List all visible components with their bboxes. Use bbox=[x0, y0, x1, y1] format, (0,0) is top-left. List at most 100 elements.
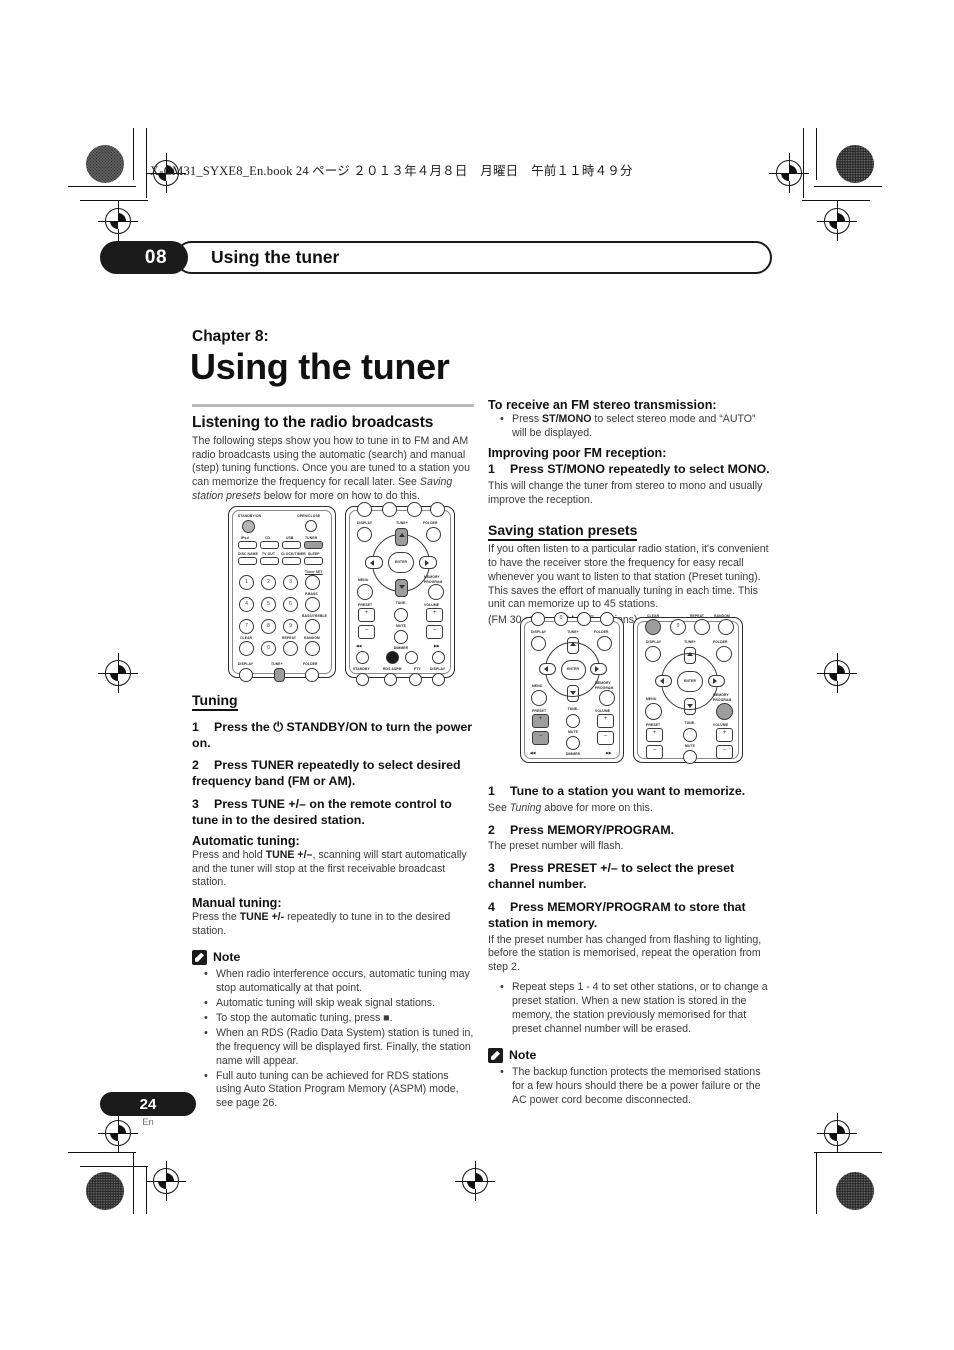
button-dimmer[interactable] bbox=[394, 630, 408, 644]
button-f2r-mute[interactable] bbox=[683, 728, 697, 742]
label-f2-display: DISPLAY bbox=[531, 630, 547, 634]
button-f2-mute[interactable] bbox=[566, 714, 580, 728]
button-f2r-repeat[interactable] bbox=[694, 619, 710, 635]
paragraph-saving-1: See Tuning above for more on this. bbox=[488, 802, 770, 816]
list-item: Automatic tuning will skip weak signal s… bbox=[204, 996, 474, 1011]
button-display[interactable] bbox=[239, 668, 253, 682]
label-memory-program: MEMORY bbox=[424, 575, 440, 579]
button-repeat[interactable] bbox=[283, 641, 298, 656]
button-next[interactable] bbox=[432, 651, 445, 664]
book-header-text: X-CM31_SYXE8_En.book 24 ページ ２０１３年４月８日 月曜… bbox=[150, 164, 633, 178]
button-tune-up[interactable] bbox=[395, 528, 408, 546]
label-f2r-clear: CLEAR bbox=[647, 614, 660, 618]
button-play-pause[interactable] bbox=[405, 651, 418, 664]
button-top-b[interactable] bbox=[407, 502, 422, 517]
auto-text-a: Press and hold bbox=[192, 848, 266, 861]
label-display-r: DISPLAY bbox=[357, 521, 373, 525]
button-f2r-folder[interactable] bbox=[716, 646, 732, 662]
button-tv-out[interactable] bbox=[260, 557, 279, 565]
button-f2r-random[interactable] bbox=[718, 619, 734, 635]
crop-mark-v bbox=[133, 1152, 134, 1214]
button-open-close[interactable] bbox=[305, 520, 317, 532]
label-f2r-tune-minus: TUNE- bbox=[684, 721, 696, 725]
registration-mark-right bbox=[817, 201, 857, 241]
step-improving-1: 1 Press ST/MONO repeatedly to select MONO… bbox=[488, 462, 770, 478]
button-left[interactable] bbox=[365, 556, 383, 569]
button-rds-aspm[interactable] bbox=[384, 673, 397, 686]
heading-fm-stereo: To receive an FM stereo transmission: bbox=[488, 398, 717, 412]
button-usb[interactable] bbox=[282, 541, 301, 549]
button-sleep[interactable] bbox=[304, 557, 323, 565]
paragraph-manual-tuning: Press the TUNE +/- repeatedly to tune in… bbox=[192, 911, 474, 939]
button-folder[interactable] bbox=[305, 668, 319, 682]
button-f2-dimmer[interactable] bbox=[566, 736, 580, 750]
step-number: 2 bbox=[488, 822, 495, 837]
button-f2r-memory-program[interactable] bbox=[716, 703, 733, 720]
halftone-dot-top-right bbox=[836, 145, 874, 183]
button-top-zero[interactable] bbox=[382, 502, 397, 517]
label-tune-plus-r: TUNE+ bbox=[396, 521, 408, 525]
button-random-2[interactable] bbox=[305, 641, 320, 656]
button-menu[interactable] bbox=[357, 584, 373, 600]
button-tuner[interactable] bbox=[304, 541, 323, 549]
button-disc-name[interactable] bbox=[238, 557, 257, 565]
button-cd[interactable] bbox=[260, 541, 279, 549]
crop-mark-v bbox=[803, 128, 804, 198]
button-bass-treble[interactable] bbox=[305, 597, 320, 612]
label-preset: PRESET bbox=[358, 603, 373, 607]
button-ipod[interactable] bbox=[238, 541, 257, 549]
button-f2a[interactable] bbox=[531, 612, 545, 626]
button-f2r-display[interactable] bbox=[645, 646, 661, 662]
label-f2-dimmer: DIMMER bbox=[565, 752, 581, 756]
button-standby-on[interactable] bbox=[242, 520, 255, 533]
button-top-a[interactable] bbox=[357, 502, 372, 517]
button-f2b[interactable] bbox=[577, 612, 591, 626]
button-display-bottom[interactable] bbox=[432, 673, 445, 686]
button-clear[interactable] bbox=[239, 641, 254, 656]
button-f2c[interactable] bbox=[600, 612, 614, 626]
button-f2-display[interactable] bbox=[531, 636, 546, 651]
crop-mark-v bbox=[146, 128, 147, 198]
label-display: DISPLAY bbox=[238, 662, 254, 666]
label-f2r-volume: VOLUME bbox=[713, 723, 729, 727]
label-disc-name: DISC NAME bbox=[238, 552, 258, 556]
label-mute: MUTE bbox=[395, 624, 407, 628]
button-f2r-dimmer[interactable] bbox=[683, 750, 697, 764]
button-tune-up-partial[interactable] bbox=[274, 668, 285, 682]
button-f2r-menu[interactable] bbox=[645, 703, 662, 720]
label-dimmer: DIMMER bbox=[393, 646, 409, 650]
button-display-r[interactable] bbox=[357, 527, 372, 542]
button-stop[interactable] bbox=[386, 651, 399, 664]
step-text: Tune to a station you want to memorize. bbox=[510, 783, 746, 798]
label-menu: MENU bbox=[358, 578, 369, 582]
running-head: Using the tuner 08 bbox=[100, 241, 772, 274]
list-item: Repeat steps 1 - 4 to set other stations… bbox=[500, 980, 770, 1037]
label-f2-volume: VOLUME bbox=[595, 709, 611, 713]
label-f2r-mute: MUTE bbox=[684, 744, 696, 748]
saving1-a: See bbox=[488, 801, 510, 814]
button-standby[interactable] bbox=[356, 673, 369, 686]
button-f2-menu[interactable] bbox=[531, 690, 547, 706]
button-f2-folder[interactable] bbox=[597, 636, 612, 651]
button-memory-program[interactable] bbox=[428, 584, 444, 600]
label-open-close: OPEN/CLOSE bbox=[297, 514, 321, 518]
button-pty[interactable] bbox=[409, 673, 422, 686]
crop-mark-v bbox=[816, 1152, 817, 1214]
registration-mark-mid-left bbox=[98, 653, 138, 693]
step-text: Press TUNE +/– on the remote control to … bbox=[192, 797, 452, 828]
button-clock-timer[interactable] bbox=[282, 557, 301, 565]
crop-mark-h bbox=[68, 1152, 136, 1153]
label-clear: CLEAR bbox=[240, 636, 253, 640]
button-top-c[interactable] bbox=[430, 502, 445, 517]
step-saving-3: 3 Press PRESET +/– to select the preset c… bbox=[488, 861, 770, 893]
button-folder-r[interactable] bbox=[426, 527, 441, 542]
button-f2r-clear[interactable] bbox=[645, 619, 661, 635]
note-title: Note bbox=[213, 950, 241, 965]
button-f2-memory-program[interactable] bbox=[599, 690, 615, 706]
step-number: 4 bbox=[488, 899, 495, 914]
saving-bullet-list: Repeat steps 1 - 4 to set other stations… bbox=[488, 980, 770, 1037]
button-random[interactable] bbox=[305, 619, 320, 634]
button-mute[interactable] bbox=[394, 608, 408, 622]
button-p-bass[interactable] bbox=[305, 575, 320, 590]
button-prev[interactable] bbox=[356, 651, 369, 664]
